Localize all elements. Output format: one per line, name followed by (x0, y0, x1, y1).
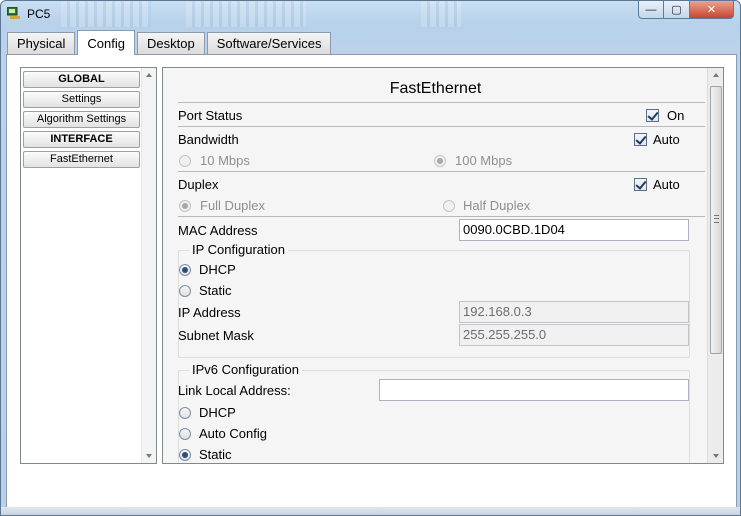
ipv6-configuration-legend: IPv6 Configuration (189, 362, 302, 377)
nav-header-interface[interactable]: INTERFACE (23, 131, 140, 148)
tab-software-services[interactable]: Software/Services (206, 32, 332, 54)
taskbar-strip (1, 507, 740, 515)
settings-nav: GLOBAL Settings Algorithm Settings INTER… (20, 67, 157, 464)
link-local-address-label: Link Local Address: (178, 383, 291, 398)
scroll-up-icon[interactable] (146, 73, 152, 77)
radio-ipv6-auto-config[interactable] (179, 428, 191, 440)
ipv6-auto-config-label: Auto Config (199, 426, 267, 441)
nav-header-global[interactable]: GLOBAL (23, 71, 140, 88)
title-bar[interactable]: PC5 — ▢ ✕ (1, 1, 740, 27)
ip-static-label: Static (199, 283, 232, 298)
ip-address-field[interactable]: 192.168.0.3 (459, 301, 689, 323)
title-bar-reflection (186, 1, 306, 27)
subnet-mask-field[interactable]: 255.255.255.0 (459, 324, 689, 346)
option-full-duplex-label: Full Duplex (200, 198, 266, 213)
radio-ipv6-dhcp[interactable] (179, 407, 191, 419)
bandwidth-auto-checkbox[interactable] (634, 133, 647, 146)
bandwidth-label: Bandwidth (178, 132, 239, 147)
radio-ip-static[interactable] (179, 285, 191, 297)
title-bar-reflection (421, 1, 461, 27)
close-button[interactable]: ✕ (690, 1, 734, 19)
divider (178, 102, 705, 103)
nav-item-fastethernet[interactable]: FastEthernet (23, 151, 140, 168)
scroll-up-icon[interactable] (713, 73, 719, 77)
nav-list: GLOBAL Settings Algorithm Settings INTER… (22, 69, 141, 171)
option-half-duplex-label: Half Duplex (463, 198, 531, 213)
ipv6-static-label: Static (199, 447, 232, 462)
nav-item-algorithm-settings[interactable]: Algorithm Settings (23, 111, 140, 128)
nav-item-settings[interactable]: Settings (23, 91, 140, 108)
duplex-auto-checkbox[interactable] (634, 178, 647, 191)
port-status-checkbox[interactable] (646, 109, 659, 122)
title-bar-reflection (61, 1, 151, 27)
radio-ipv6-static[interactable] (179, 449, 191, 461)
mac-address-label: MAC Address (178, 223, 258, 238)
section-title: FastEthernet (389, 80, 482, 97)
interface-config: FastEthernet Port Status On Bandwidth Au… (162, 67, 724, 464)
ip-dhcp-label: DHCP (199, 262, 236, 277)
scroll-down-icon[interactable] (146, 454, 152, 458)
duplex-auto-label: Auto (653, 177, 680, 192)
bandwidth-auto-label: Auto (653, 132, 680, 147)
maximize-button[interactable]: ▢ (664, 1, 690, 19)
app-window: PC5 — ▢ ✕ Physical Config Desktop Softwa… (0, 0, 741, 516)
config-panel: GLOBAL Settings Algorithm Settings INTER… (6, 54, 737, 509)
divider (178, 216, 705, 217)
tab-config[interactable]: Config (77, 30, 135, 55)
link-local-address-field[interactable] (379, 379, 689, 401)
scrollbar-thumb[interactable] (710, 86, 722, 354)
radio-half-duplex[interactable] (443, 200, 455, 212)
minimize-button[interactable]: — (638, 1, 664, 19)
nav-scrollbar[interactable] (141, 68, 156, 463)
ipv6-dhcp-label: DHCP (199, 405, 236, 420)
divider (178, 126, 705, 127)
option-10mbps-label: 10 Mbps (200, 153, 250, 168)
mac-address-field[interactable]: 0090.0CBD.1D04 (459, 219, 689, 241)
tab-bar: Physical Config Desktop Software/Service… (7, 30, 333, 55)
window-title: PC5 (27, 7, 51, 21)
tab-physical[interactable]: Physical (7, 32, 76, 54)
duplex-label: Duplex (178, 177, 219, 192)
config-scrollbar[interactable] (707, 68, 723, 463)
subnet-mask-label: Subnet Mask (178, 328, 254, 343)
radio-100mbps[interactable] (434, 155, 446, 167)
divider (178, 171, 705, 172)
radio-ip-dhcp[interactable] (179, 264, 191, 276)
tab-desktop[interactable]: Desktop (137, 32, 205, 54)
radio-full-duplex[interactable] (179, 200, 191, 212)
app-icon (7, 7, 20, 19)
scroll-down-icon[interactable] (713, 454, 719, 458)
window-controls: — ▢ ✕ (638, 1, 734, 20)
ip-configuration-legend: IP Configuration (189, 242, 288, 257)
radio-10mbps[interactable] (179, 155, 191, 167)
ip-address-label: IP Address (178, 305, 241, 320)
grip-icon (714, 215, 719, 223)
port-status-on-label: On (667, 108, 685, 123)
port-status-label: Port Status (178, 108, 243, 123)
option-100mbps-label: 100 Mbps (455, 153, 513, 168)
